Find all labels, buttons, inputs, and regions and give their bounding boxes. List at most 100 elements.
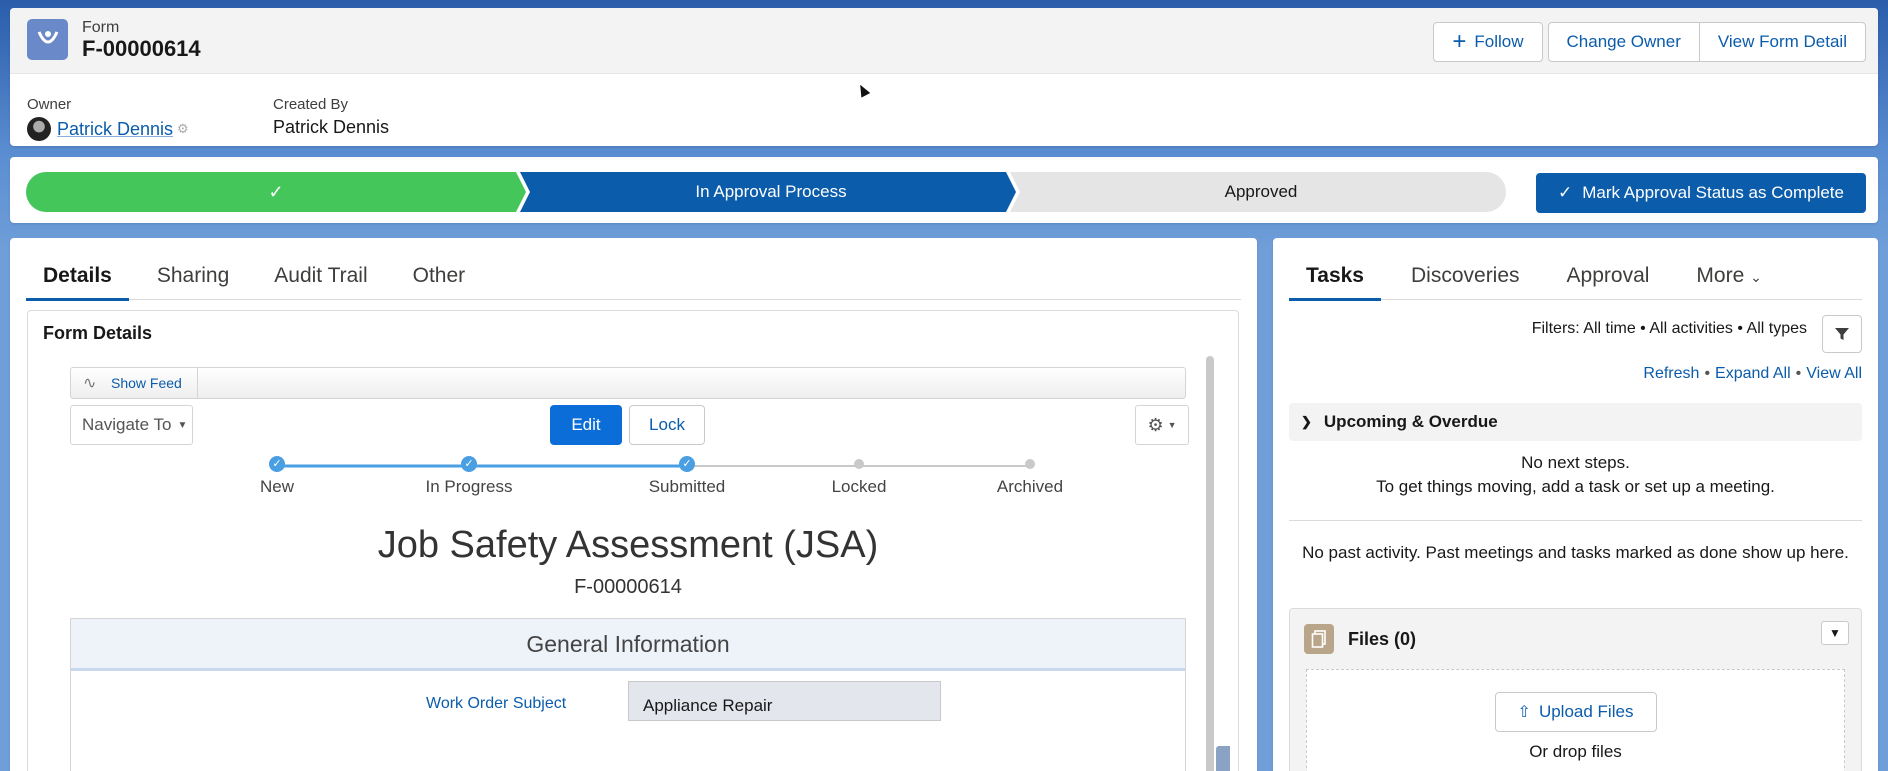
feed-pulse-icon: ∿ <box>83 375 97 392</box>
checkmark-icon: ✓ <box>268 181 284 202</box>
gear-icon: ⚙ <box>1147 414 1164 435</box>
form-number: F-00000614 <box>574 576 682 598</box>
tab-audit-trail[interactable]: Audit Trail <box>257 262 384 300</box>
change-owner-icon[interactable]: ⚙ <box>177 121 189 137</box>
check-icon: ✓ <box>461 456 477 472</box>
progress-step-new: ✓ New <box>197 456 357 497</box>
more-label: More <box>1696 264 1745 287</box>
separator-dot: • <box>1704 365 1711 382</box>
path-stage-approved[interactable]: Approved <box>1016 172 1506 212</box>
step-label: Locked <box>831 477 887 496</box>
work-order-subject-label: Work Order Subject <box>426 695 567 712</box>
owner-avatar <box>27 117 51 141</box>
object-type-label: Form <box>82 19 120 36</box>
created-by-value: Patrick Dennis <box>273 117 390 137</box>
panel-collapse-handle[interactable] <box>1216 746 1230 771</box>
tab-details[interactable]: Details <box>26 262 129 301</box>
get-moving-hint: To get things moving, add a task or set … <box>1376 477 1775 496</box>
view-form-detail-button[interactable]: View Form Detail <box>1698 22 1866 62</box>
filter-icon <box>1835 328 1849 340</box>
upcoming-overdue-label: Upcoming & Overdue <box>1323 412 1498 431</box>
form-details-title: Form Details <box>43 323 153 343</box>
caret-down-icon: ▼ <box>177 419 188 431</box>
step-label: New <box>259 477 294 496</box>
form-details-section: Form Details ∿ Show Feed Navigate To ▼ E… <box>27 310 1239 771</box>
settings-dropdown[interactable]: ⚙ ▼ <box>1135 405 1189 445</box>
tab-other[interactable]: Other <box>396 262 483 300</box>
path-stage-in-approval[interactable]: In Approval Process <box>526 172 1016 212</box>
activity-filters: Filters: All time • All activities • All… <box>1531 320 1807 337</box>
tab-sharing[interactable]: Sharing <box>140 262 246 300</box>
check-icon: ✓ <box>679 456 695 472</box>
follow-button[interactable]: + Follow <box>1433 22 1543 62</box>
no-next-steps: No next steps. <box>1521 453 1630 472</box>
caret-down-icon: ▼ <box>1829 626 1841 640</box>
owner-field: Owner Patrick Dennis ⚙ <box>27 96 189 141</box>
change-owner-button[interactable]: Change Owner <box>1547 22 1700 62</box>
caret-down-icon: ▼ <box>1167 420 1177 430</box>
upload-icon: ⇧ <box>1517 704 1531 721</box>
files-card: Files (0) ▼ ⇧ Upload Files Or drop files <box>1289 608 1862 771</box>
files-menu-dropdown[interactable]: ▼ <box>1821 621 1849 645</box>
checkmark-icon: ✓ <box>1558 183 1573 202</box>
progress-step-submitted: ✓ Submitted <box>607 456 767 497</box>
work-order-subject-field[interactable]: Appliance Repair <box>628 681 941 721</box>
upcoming-overdue-header[interactable]: ❯ Upcoming & Overdue <box>1289 403 1862 441</box>
mark-status-label: Mark Approval Status as Complete <box>1582 183 1844 202</box>
plus-icon: + <box>1452 28 1467 55</box>
created-by-field: Created By Patrick Dennis <box>273 96 389 138</box>
scrollbar[interactable] <box>1206 356 1214 771</box>
follow-label: Follow <box>1474 32 1524 51</box>
file-drop-zone[interactable]: ⇧ Upload Files Or drop files <box>1306 669 1845 771</box>
files-icon <box>1304 624 1334 654</box>
lock-button[interactable]: Lock <box>629 405 705 445</box>
upload-files-button[interactable]: ⇧ Upload Files <box>1494 692 1657 732</box>
record-tabs: Details Sharing Audit Trail Other <box>26 262 1241 301</box>
divider <box>1289 520 1862 521</box>
refresh-link[interactable]: Refresh <box>1643 365 1699 382</box>
no-past-activity: No past activity. Past meetings and task… <box>1302 543 1849 562</box>
approval-path: ✓ In Approval Process Approved <box>26 172 1506 212</box>
progress-step-locked: Locked <box>779 456 939 497</box>
mark-status-complete-button[interactable]: ✓ Mark Approval Status as Complete <box>1536 173 1866 213</box>
tab-discoveries[interactable]: Discoveries <box>1394 262 1537 300</box>
show-feed-label: Show Feed <box>111 375 182 391</box>
expand-all-link[interactable]: Expand All <box>1715 365 1791 382</box>
progress-step-in-progress: ✓ In Progress <box>389 456 549 497</box>
step-label: Submitted <box>648 477 726 496</box>
progress-step-archived: Archived <box>950 456 1110 497</box>
chevron-down-icon: ⌄ <box>1750 269 1762 285</box>
path-stage-complete[interactable]: ✓ <box>26 172 526 212</box>
header-top: Form F-00000614 + Follow Change Owner Vi… <box>10 8 1878 74</box>
form-title: Job Safety Assessment (JSA) <box>377 524 879 566</box>
step-dot <box>1025 459 1035 469</box>
view-all-link[interactable]: View All <box>1806 365 1862 382</box>
filter-button[interactable] <box>1822 315 1862 353</box>
header-actions: + Follow Change Owner View Form Detail <box>1433 22 1866 62</box>
owner-link[interactable]: Patrick Dennis <box>57 119 173 140</box>
show-feed-button[interactable]: ∿ Show Feed <box>71 368 198 398</box>
tab-tasks[interactable]: Tasks <box>1289 262 1381 301</box>
owner-label: Owner <box>27 96 72 113</box>
form-progress: ✓ New ✓ In Progress ✓ Submitted Locked Arch… <box>178 456 1063 506</box>
tab-more[interactable]: More ⌄ <box>1679 262 1778 300</box>
details-card: Details Sharing Audit Trail Other Form D… <box>10 238 1257 771</box>
activity-actions: Refresh • Expand All • View All <box>1643 365 1862 383</box>
record-header: Form F-00000614 + Follow Change Owner Vi… <box>10 8 1878 146</box>
record-title: F-00000614 <box>82 36 201 61</box>
general-information-header: General Information <box>71 619 1185 671</box>
chevron-down-icon: ❯ <box>1301 414 1312 429</box>
step-dot <box>854 459 864 469</box>
step-label: In Progress <box>425 477 513 496</box>
activity-card: Tasks Discoveries Approval More ⌄ Filter… <box>1273 238 1878 771</box>
general-information-section: General Information Work Order Subject A… <box>70 618 1186 771</box>
step-label: Archived <box>996 477 1064 496</box>
activity-tabs: Tasks Discoveries Approval More ⌄ <box>1289 262 1862 301</box>
upload-files-label: Upload Files <box>1538 702 1634 721</box>
form-object-icon <box>27 19 68 60</box>
files-title: Files (0) <box>1348 628 1417 649</box>
navigate-to-dropdown[interactable]: Navigate To ▼ <box>70 405 193 445</box>
edit-button[interactable]: Edit <box>550 405 622 445</box>
created-by-label: Created By <box>273 96 349 113</box>
tab-approval[interactable]: Approval <box>1550 262 1667 300</box>
